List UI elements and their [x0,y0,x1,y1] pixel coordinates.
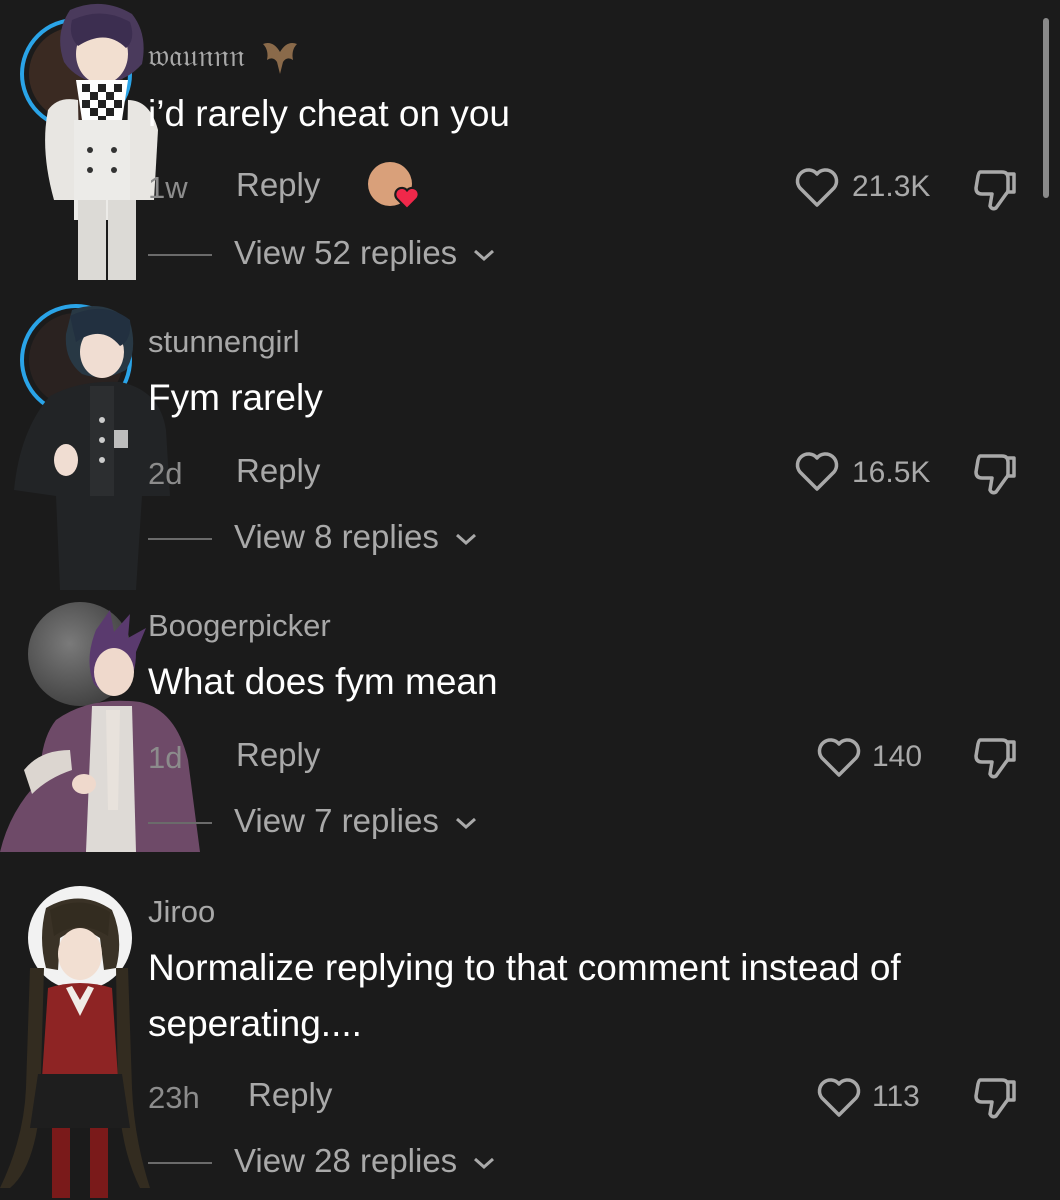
comment-item: Boogerpicker What does fym mean 1d Reply… [0,580,1060,870]
thumbs-down-icon[interactable] [972,732,1020,780]
character-sprite [45,3,158,280]
username-label[interactable]: 𝔴𝔞𝔲𝔫𝔫𝔫 [148,38,245,73]
chevron-down-icon [456,534,477,546]
thumbs-down-icon[interactable] [972,164,1020,212]
scrollbar[interactable] [1043,18,1049,198]
comment-item: 𝔴𝔞𝔲𝔫𝔫𝔫 i’d rarely cheat on you 1w Reply … [0,0,1060,290]
comment-time: 1w [148,170,188,205]
comment-text: Normalize replying to that comment inste… [148,947,901,1044]
reply-button[interactable]: Reply [248,1076,332,1114]
view-replies-label: View 7 replies [234,802,439,839]
like-count: 21.3K [852,170,931,203]
comment-text: What does fym mean [148,661,498,702]
replies-divider [148,538,212,540]
thumbs-down-icon[interactable] [972,448,1020,496]
heart-badge-icon [394,186,420,210]
heart-icon[interactable] [816,736,862,778]
reply-button[interactable]: Reply [236,452,320,490]
comment-username[interactable]: 𝔴𝔞𝔲𝔫𝔫𝔫 [148,38,301,78]
creator-liked-badge [368,162,420,212]
character-sprite [0,898,150,1198]
comment-username[interactable]: Jiroo [148,894,215,930]
view-replies-label: View 28 replies [234,1142,458,1179]
chevron-down-icon [474,1158,495,1170]
comment-username[interactable]: Boogerpicker [148,608,331,644]
replies-divider [148,822,212,824]
chevron-down-icon [474,250,495,262]
view-replies-button[interactable]: View 8 replies [234,518,478,556]
comment-username[interactable]: stunnengirl [148,324,300,360]
reply-button[interactable]: Reply [236,736,320,774]
character-sprite [0,610,200,852]
view-replies-label: View 52 replies [234,234,458,271]
character-sprite [14,306,170,590]
heart-icon[interactable] [794,450,840,492]
replies-divider [148,254,212,256]
comment-time: 2d [148,456,183,491]
comment-text: i’d rarely cheat on you [148,93,510,134]
view-replies-button[interactable]: View 28 replies [234,1142,496,1180]
thumbs-down-icon[interactable] [972,1072,1020,1120]
like-count: 16.5K [852,456,931,489]
heart-icon[interactable] [794,166,840,208]
like-count: 113 [872,1080,920,1113]
comment-item: stunnengirl Fym rarely 2d Reply 16.5K Vi… [0,290,1060,590]
comment-time: 1d [148,740,183,775]
comment-time: 23h [148,1080,200,1115]
view-replies-label: View 8 replies [234,518,439,555]
view-replies-button[interactable]: View 7 replies [234,802,478,840]
replies-divider [148,1162,212,1164]
comment-item: Jiroo Normalize replying to that comment… [0,870,1060,1200]
heart-icon[interactable] [816,1076,862,1118]
bat-icon [263,43,298,74]
like-count: 140 [872,740,923,773]
chevron-down-icon [456,818,477,830]
comment-text: Fym rarely [148,377,323,418]
view-replies-button[interactable]: View 52 replies [234,234,496,272]
reply-button[interactable]: Reply [236,166,320,204]
